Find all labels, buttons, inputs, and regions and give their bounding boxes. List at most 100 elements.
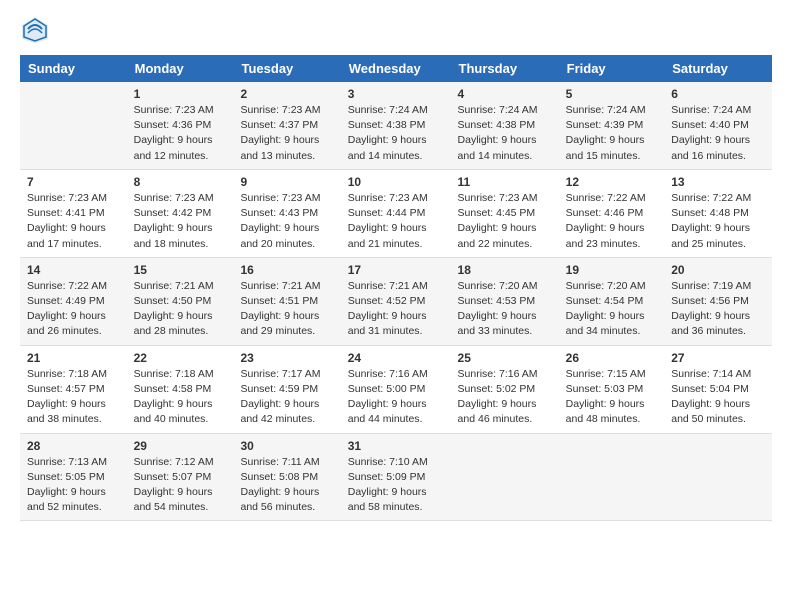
calendar-cell <box>664 433 772 521</box>
sunrise: Sunrise: 7:14 AM <box>671 368 751 380</box>
sunset: Sunset: 4:57 PM <box>27 383 105 395</box>
sunrise: Sunrise: 7:21 AM <box>348 280 428 292</box>
cell-content: Sunrise: 7:23 AMSunset: 4:41 PMDaylight:… <box>27 191 120 252</box>
sunset: Sunset: 4:44 PM <box>348 207 426 219</box>
sunrise: Sunrise: 7:11 AM <box>241 456 320 468</box>
logo <box>20 15 54 45</box>
sunrise: Sunrise: 7:24 AM <box>458 104 538 116</box>
sunrise: Sunrise: 7:22 AM <box>566 192 646 204</box>
sunset: Sunset: 5:07 PM <box>134 471 212 483</box>
daylight: Daylight: 9 hours and 31 minutes. <box>348 310 427 337</box>
daylight: Daylight: 9 hours and 58 minutes. <box>348 486 427 513</box>
cell-content: Sunrise: 7:22 AMSunset: 4:46 PMDaylight:… <box>566 191 658 252</box>
cell-content: Sunrise: 7:23 AMSunset: 4:43 PMDaylight:… <box>241 191 334 252</box>
calendar-cell: 25Sunrise: 7:16 AMSunset: 5:02 PMDayligh… <box>451 345 559 433</box>
sunset: Sunset: 5:00 PM <box>348 383 426 395</box>
day-number: 6 <box>671 87 765 101</box>
daylight: Daylight: 9 hours and 56 minutes. <box>241 486 320 513</box>
cell-content: Sunrise: 7:24 AMSunset: 4:38 PMDaylight:… <box>348 103 444 164</box>
sunset: Sunset: 5:02 PM <box>458 383 536 395</box>
day-number: 30 <box>241 439 334 453</box>
calendar-cell: 27Sunrise: 7:14 AMSunset: 5:04 PMDayligh… <box>664 345 772 433</box>
header <box>20 15 772 45</box>
sunset: Sunset: 4:38 PM <box>348 119 426 131</box>
calendar-cell: 19Sunrise: 7:20 AMSunset: 4:54 PMDayligh… <box>559 257 665 345</box>
sunset: Sunset: 4:58 PM <box>134 383 212 395</box>
weekday-header: Wednesday <box>341 55 451 82</box>
sunrise: Sunrise: 7:15 AM <box>566 368 646 380</box>
daylight: Daylight: 9 hours and 18 minutes. <box>134 222 213 249</box>
sunset: Sunset: 4:49 PM <box>27 295 105 307</box>
sunrise: Sunrise: 7:13 AM <box>27 456 107 468</box>
sunset: Sunset: 4:50 PM <box>134 295 212 307</box>
calendar-week-row: 14Sunrise: 7:22 AMSunset: 4:49 PMDayligh… <box>20 257 772 345</box>
sunrise: Sunrise: 7:22 AM <box>671 192 751 204</box>
day-number: 20 <box>671 263 765 277</box>
calendar-cell: 9Sunrise: 7:23 AMSunset: 4:43 PMDaylight… <box>234 169 341 257</box>
weekday-header: Saturday <box>664 55 772 82</box>
calendar-table: SundayMondayTuesdayWednesdayThursdayFrid… <box>20 55 772 521</box>
sunrise: Sunrise: 7:20 AM <box>566 280 646 292</box>
cell-content: Sunrise: 7:12 AMSunset: 5:07 PMDaylight:… <box>134 455 227 516</box>
calendar-week-row: 1Sunrise: 7:23 AMSunset: 4:36 PMDaylight… <box>20 82 772 169</box>
daylight: Daylight: 9 hours and 26 minutes. <box>27 310 106 337</box>
cell-content: Sunrise: 7:20 AMSunset: 4:54 PMDaylight:… <box>566 279 658 340</box>
cell-content: Sunrise: 7:24 AMSunset: 4:38 PMDaylight:… <box>458 103 552 164</box>
calendar-cell: 21Sunrise: 7:18 AMSunset: 4:57 PMDayligh… <box>20 345 127 433</box>
weekday-header: Sunday <box>20 55 127 82</box>
sunrise: Sunrise: 7:19 AM <box>671 280 751 292</box>
header-row: SundayMondayTuesdayWednesdayThursdayFrid… <box>20 55 772 82</box>
sunset: Sunset: 5:03 PM <box>566 383 644 395</box>
cell-content: Sunrise: 7:22 AMSunset: 4:48 PMDaylight:… <box>671 191 765 252</box>
calendar-cell: 4Sunrise: 7:24 AMSunset: 4:38 PMDaylight… <box>451 82 559 169</box>
sunset: Sunset: 4:46 PM <box>566 207 644 219</box>
daylight: Daylight: 9 hours and 15 minutes. <box>566 134 645 161</box>
cell-content: Sunrise: 7:24 AMSunset: 4:39 PMDaylight:… <box>566 103 658 164</box>
calendar-cell: 8Sunrise: 7:23 AMSunset: 4:42 PMDaylight… <box>127 169 234 257</box>
day-number: 31 <box>348 439 444 453</box>
cell-content: Sunrise: 7:13 AMSunset: 5:05 PMDaylight:… <box>27 455 120 516</box>
calendar-cell: 28Sunrise: 7:13 AMSunset: 5:05 PMDayligh… <box>20 433 127 521</box>
daylight: Daylight: 9 hours and 42 minutes. <box>241 398 320 425</box>
daylight: Daylight: 9 hours and 34 minutes. <box>566 310 645 337</box>
sunrise: Sunrise: 7:18 AM <box>134 368 214 380</box>
sunrise: Sunrise: 7:10 AM <box>348 456 428 468</box>
day-number: 23 <box>241 351 334 365</box>
daylight: Daylight: 9 hours and 40 minutes. <box>134 398 213 425</box>
calendar-cell: 7Sunrise: 7:23 AMSunset: 4:41 PMDaylight… <box>20 169 127 257</box>
cell-content: Sunrise: 7:21 AMSunset: 4:51 PMDaylight:… <box>241 279 334 340</box>
daylight: Daylight: 9 hours and 29 minutes. <box>241 310 320 337</box>
main-container: SundayMondayTuesdayWednesdayThursdayFrid… <box>0 0 792 531</box>
calendar-cell: 1Sunrise: 7:23 AMSunset: 4:36 PMDaylight… <box>127 82 234 169</box>
daylight: Daylight: 9 hours and 21 minutes. <box>348 222 427 249</box>
day-number: 24 <box>348 351 444 365</box>
day-number: 4 <box>458 87 552 101</box>
calendar-cell: 22Sunrise: 7:18 AMSunset: 4:58 PMDayligh… <box>127 345 234 433</box>
sunset: Sunset: 4:38 PM <box>458 119 536 131</box>
cell-content: Sunrise: 7:21 AMSunset: 4:52 PMDaylight:… <box>348 279 444 340</box>
cell-content: Sunrise: 7:11 AMSunset: 5:08 PMDaylight:… <box>241 455 334 516</box>
daylight: Daylight: 9 hours and 44 minutes. <box>348 398 427 425</box>
daylight: Daylight: 9 hours and 46 minutes. <box>458 398 537 425</box>
day-number: 8 <box>134 175 227 189</box>
cell-content: Sunrise: 7:21 AMSunset: 4:50 PMDaylight:… <box>134 279 227 340</box>
daylight: Daylight: 9 hours and 36 minutes. <box>671 310 750 337</box>
sunrise: Sunrise: 7:17 AM <box>241 368 321 380</box>
day-number: 25 <box>458 351 552 365</box>
sunrise: Sunrise: 7:23 AM <box>241 104 321 116</box>
sunset: Sunset: 5:09 PM <box>348 471 426 483</box>
sunset: Sunset: 4:51 PM <box>241 295 319 307</box>
day-number: 13 <box>671 175 765 189</box>
day-number: 16 <box>241 263 334 277</box>
sunset: Sunset: 4:59 PM <box>241 383 319 395</box>
daylight: Daylight: 9 hours and 48 minutes. <box>566 398 645 425</box>
cell-content: Sunrise: 7:23 AMSunset: 4:45 PMDaylight:… <box>458 191 552 252</box>
sunset: Sunset: 4:40 PM <box>671 119 749 131</box>
sunrise: Sunrise: 7:23 AM <box>134 104 214 116</box>
day-number: 14 <box>27 263 120 277</box>
calendar-cell: 17Sunrise: 7:21 AMSunset: 4:52 PMDayligh… <box>341 257 451 345</box>
cell-content: Sunrise: 7:16 AMSunset: 5:00 PMDaylight:… <box>348 367 444 428</box>
sunset: Sunset: 4:48 PM <box>671 207 749 219</box>
daylight: Daylight: 9 hours and 14 minutes. <box>348 134 427 161</box>
daylight: Daylight: 9 hours and 54 minutes. <box>134 486 213 513</box>
